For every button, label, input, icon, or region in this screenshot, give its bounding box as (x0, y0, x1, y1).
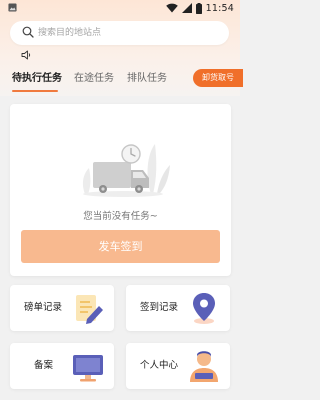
menu-filing[interactable]: 备案 (10, 343, 114, 389)
empty-truck-illustration (82, 144, 170, 197)
menu-weigh-records[interactable]: 磅单记录 (10, 285, 114, 331)
unload-number-button[interactable]: 卸货取号 (193, 69, 243, 87)
search-placeholder: 搜索目的地站点 (38, 28, 102, 38)
monitor-icon (73, 355, 103, 382)
gallery-notification-icon (8, 3, 17, 12)
wifi-icon (165, 3, 178, 13)
tab-in-transit-tasks[interactable]: 在途任务 (74, 72, 114, 86)
menu-checkin-records[interactable]: 签到记录 (126, 285, 230, 331)
signal-icon (181, 3, 192, 13)
empty-state-text: 您当前没有任务~ (83, 211, 158, 222)
menu-label: 备案 (34, 360, 54, 371)
status-icons: 11:54 (165, 2, 234, 14)
person-icon (190, 351, 218, 382)
document-pen-icon (76, 295, 103, 324)
search-input[interactable]: 搜索目的地站点 (10, 21, 229, 45)
speaker-icon[interactable] (21, 50, 32, 60)
battery-icon (195, 2, 202, 14)
location-pin-icon (193, 293, 215, 324)
active-tab-indicator (12, 90, 58, 92)
menu-personal-center[interactable]: 个人中心 (126, 343, 230, 389)
departure-checkin-button[interactable]: 发车签到 (21, 230, 220, 263)
status-time: 11:54 (205, 2, 234, 14)
menu-label: 个人中心 (140, 360, 179, 371)
status-bar: 11:54 (0, 0, 240, 16)
menu-label: 磅单记录 (24, 302, 63, 313)
menu-label: 签到记录 (140, 302, 179, 313)
tab-pending-tasks[interactable]: 待执行任务 (12, 72, 62, 86)
search-icon (22, 26, 34, 38)
tab-queue-tasks[interactable]: 排队任务 (127, 72, 167, 86)
task-card: 您当前没有任务~ 发车签到 (10, 104, 231, 276)
